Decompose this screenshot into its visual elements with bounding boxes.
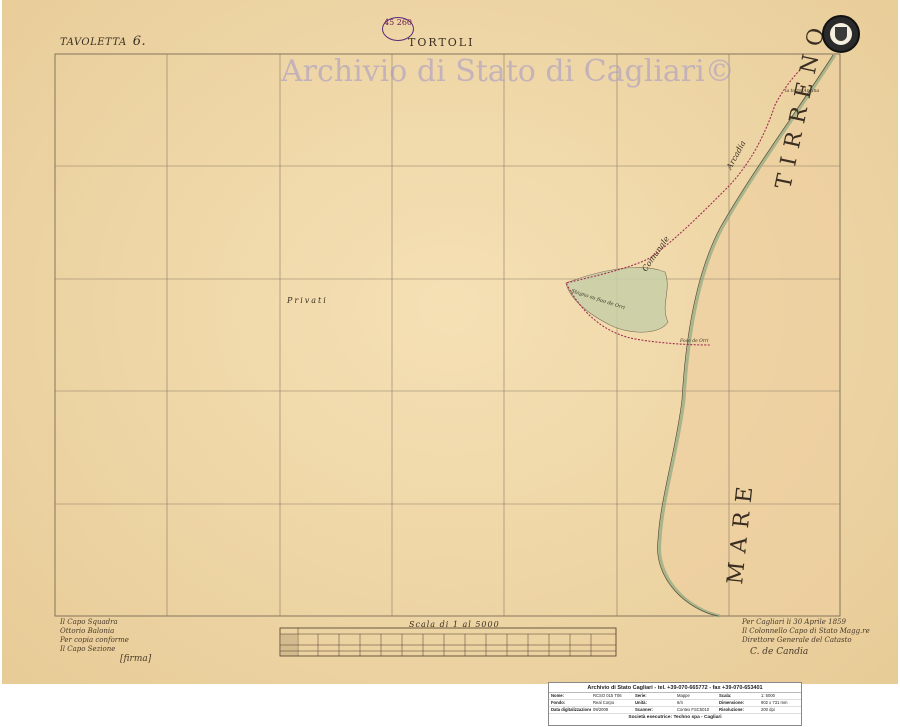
info-key: Dimensione: [719, 700, 745, 705]
info-row: Nome: RCSO 015 T06 Serie: Mappe Scala: 1… [549, 693, 801, 700]
info-value: RCSO 015 T06 [593, 693, 622, 698]
lagoon [565, 267, 669, 333]
signature-right: C. de Candia [750, 647, 809, 657]
sheet-label: TAVOLETTA 6. [60, 34, 146, 49]
info-key: Serie: [635, 693, 647, 698]
info-key: Unità: [635, 700, 647, 705]
archive-info-box: Archivio di Stato Cagliari - tel. +39-07… [548, 682, 802, 726]
info-value: Mappe [677, 693, 690, 698]
notes-right: Per Cagliari li 30 Aprile 1859 Il Colonn… [742, 618, 870, 645]
note-right-line: Per Cagliari li 30 Aprile 1859 [742, 618, 846, 626]
info-value: 6/4 [677, 700, 683, 705]
info-key: Scanner: [635, 707, 653, 712]
info-value: 1: 5000 [761, 693, 775, 698]
note-left-line: Per copia conforme [60, 636, 129, 644]
info-value: 09/2009 [593, 707, 609, 712]
inventory-stamp: 45 260 [382, 17, 414, 41]
info-key: Risoluzione: [719, 707, 744, 712]
sheet-number: 6. [132, 34, 147, 49]
label-torre: la torre Ancina [785, 88, 819, 94]
info-value: Real Corpo [593, 700, 615, 705]
scale-label: Scala di 1 al 5000 [409, 620, 500, 629]
info-header: Archivio di Stato Cagliari - tel. +39-07… [549, 683, 801, 693]
info-value: 902 x 731 mm [761, 700, 788, 705]
label-comunale: Comunale [640, 234, 671, 273]
archive-watermark: Archivio di Stato di Cagliari© [281, 54, 735, 89]
label-privati: Privati [287, 296, 328, 305]
info-footer: Società esecutrice: Techno spa - Cagliar… [628, 715, 722, 720]
info-row: Fondo: Real Corpo Unità: 6/4 Dimensione:… [549, 700, 801, 707]
info-row: Data digitalizzazione: 09/2009 Scanner: … [549, 707, 801, 714]
info-key: Fondo: [551, 700, 566, 705]
label-foce: Foce de Orri [679, 338, 709, 344]
sheet-label-text: TAVOLETTA [60, 37, 127, 48]
map-title: TORTOLI [408, 36, 475, 49]
note-left-line: Il Capo Sezione [60, 645, 116, 653]
archive-seal-icon [822, 15, 860, 53]
info-key: Scala: [719, 693, 732, 698]
note-right-line: Direttore Generale del Catasto [742, 636, 852, 644]
note-right-line: Il Colonnello Capo di Stato Magg.re [742, 627, 870, 635]
info-value: 200 dpi [761, 707, 775, 712]
shield-icon [835, 27, 847, 41]
notes-left: Il Capo Squadra Ottorio Balonia Per copi… [60, 618, 129, 654]
seal-center [830, 23, 852, 45]
note-left-line: Il Capo Squadra [60, 618, 118, 626]
info-value: Contex FSC5010 [677, 707, 710, 712]
info-key: Data digitalizzazione: [551, 707, 591, 712]
info-key: Nome: [551, 693, 565, 698]
note-left-line: Ottorio Balonia [60, 627, 115, 635]
signature-left: [firma] [120, 654, 152, 664]
scale-bar [279, 627, 617, 657]
